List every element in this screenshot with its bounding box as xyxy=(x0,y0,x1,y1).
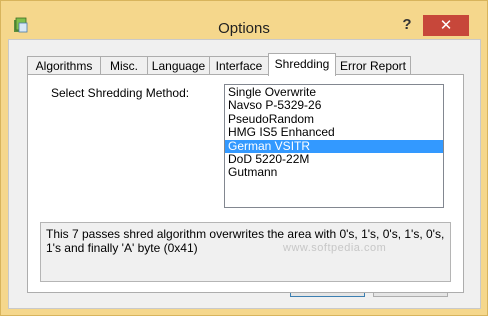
method-item[interactable]: Navso P-5329-26 xyxy=(225,98,443,112)
tab-interface[interactable]: Interface xyxy=(209,56,269,75)
method-item[interactable]: Single Overwrite xyxy=(225,85,443,99)
tab-language[interactable]: Language xyxy=(147,56,210,75)
tab-misc[interactable]: Misc. xyxy=(100,56,148,75)
shredding-method-label: Select Shredding Method: xyxy=(51,86,190,100)
help-icon[interactable]: ? xyxy=(395,15,419,35)
options-window: Options ? ✕ Algorithms Misc. Language In… xyxy=(0,0,488,316)
method-item-selected[interactable]: German VSITR xyxy=(225,139,443,153)
method-description: This 7 passes shred algorithm overwrites… xyxy=(40,222,451,282)
dialog-client-area: Algorithms Misc. Language Interface Shre… xyxy=(8,39,481,309)
close-icon[interactable]: ✕ xyxy=(423,15,469,36)
method-item[interactable]: PseudoRandom xyxy=(225,112,443,126)
shredding-method-list[interactable]: Single Overwrite Navso P-5329-26 PseudoR… xyxy=(224,84,444,208)
method-item[interactable]: HMG IS5 Enhanced xyxy=(225,125,443,139)
shredding-panel: Select Shredding Method: Single Overwrit… xyxy=(27,74,464,293)
tab-error-report[interactable]: Error Report xyxy=(335,56,411,75)
title-bar[interactable]: Options ? ✕ xyxy=(1,1,487,39)
watermark: www.softpedia.com xyxy=(283,242,387,254)
method-item[interactable]: DoD 5220-22M xyxy=(225,152,443,166)
tab-algorithms[interactable]: Algorithms xyxy=(27,56,101,75)
method-item[interactable]: Gutmann xyxy=(225,165,443,179)
tab-shredding[interactable]: Shredding xyxy=(268,53,336,76)
